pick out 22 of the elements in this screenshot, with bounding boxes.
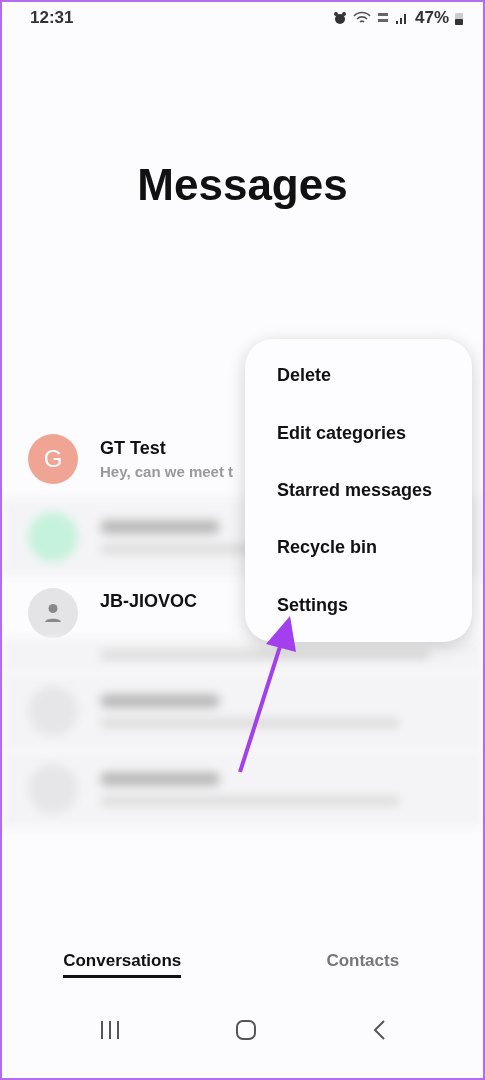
menu-item[interactable]: Starred messages — [245, 461, 472, 520]
alarm-icon — [332, 11, 347, 25]
menu-item[interactable]: Settings — [245, 576, 472, 635]
person-icon — [45, 604, 61, 622]
menu-item[interactable]: Recycle bin — [245, 519, 472, 577]
battery-icon — [455, 11, 463, 25]
battery-percentage: 47% — [414, 8, 449, 28]
back-icon[interactable] — [371, 1019, 386, 1041]
menu-item[interactable]: Edit categories — [245, 404, 472, 462]
tab[interactable]: Conversations — [63, 946, 182, 978]
wifi-icon — [352, 11, 371, 25]
tab[interactable]: Contacts — [326, 946, 400, 978]
status-time: 12:31 — [30, 8, 74, 28]
page-title: Messages — [137, 160, 348, 211]
contact-name: GT Test — [100, 438, 167, 459]
contact-name: JB-JIOVOC — [100, 591, 198, 613]
message-preview: Hey, can we meet t — [100, 463, 234, 480]
signal-icon — [394, 11, 409, 25]
contact-avatar: G — [28, 434, 78, 484]
menu-item[interactable]: Delete — [245, 347, 472, 405]
home-icon[interactable] — [235, 1019, 258, 1041]
recents-icon[interactable] — [99, 1020, 122, 1040]
